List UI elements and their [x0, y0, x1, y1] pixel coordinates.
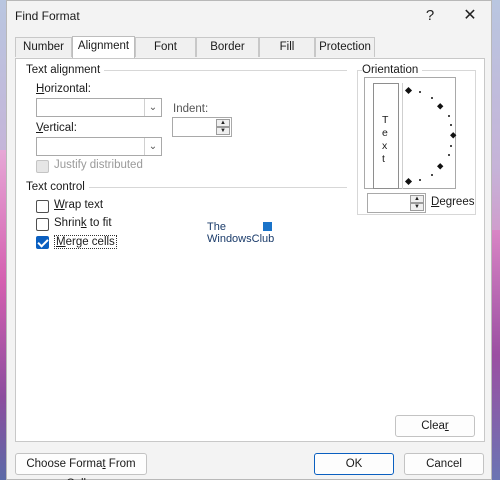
justify-distributed-checkbox[interactable]: Justify distributed — [36, 159, 156, 175]
ok-button[interactable]: OK — [314, 453, 394, 475]
vertical-text-char: T — [382, 114, 389, 126]
find-format-dialog: Find Format ? ✕ Number Alignment Font Bo… — [6, 0, 492, 480]
horizontal-select[interactable]: ⌄ — [36, 98, 162, 117]
chevron-down-icon: ⌄ — [144, 99, 161, 116]
vertical-text-char: e — [382, 127, 388, 139]
windowsclub-logo-icon — [263, 222, 272, 231]
vertical-text-button[interactable]: T e x t — [373, 83, 399, 189]
vertical-label: Vertical: — [36, 122, 77, 134]
help-button[interactable]: ? — [415, 5, 445, 27]
merge-cells-checkbox[interactable]: Merge cells — [36, 235, 126, 251]
cancel-button[interactable]: Cancel — [404, 453, 484, 475]
merge-cells-label: Merge cells — [54, 235, 117, 249]
text-control-heading: Text control — [26, 181, 89, 193]
tab-border[interactable]: Border — [196, 37, 259, 57]
window-title: Find Format — [15, 9, 80, 23]
vertical-select[interactable]: ⌄ — [36, 137, 162, 156]
wrap-text-label: Wrap text — [54, 199, 104, 211]
group-border-bottom — [357, 214, 476, 215]
group-border-left — [357, 70, 358, 214]
spin-up-icon[interactable]: ▲ — [410, 195, 424, 203]
orientation-dial[interactable] — [402, 83, 457, 189]
title-bar: Find Format ? ✕ — [7, 1, 491, 31]
spin-up-icon[interactable]: ▲ — [216, 119, 230, 127]
horizontal-label: Horizontal: — [36, 83, 91, 95]
indent-spin-buttons: ▲ ▼ — [216, 119, 230, 135]
choose-format-from-cell-button[interactable]: Choose Format From Cell... — [15, 453, 147, 480]
clear-button[interactable]: Clear — [395, 415, 475, 437]
close-button[interactable]: ✕ — [455, 5, 485, 27]
checkbox-box — [36, 160, 49, 173]
tab-alignment[interactable]: Alignment — [72, 36, 135, 58]
watermark-line-2: WindowsClub — [207, 233, 275, 245]
orientation-heading: Orientation — [362, 64, 423, 76]
vertical-text-char: t — [382, 153, 385, 165]
tab-font[interactable]: Font — [135, 37, 196, 57]
text-alignment-heading: Text alignment — [26, 64, 105, 76]
checkbox-box — [36, 218, 49, 231]
justify-distributed-label: Justify distributed — [54, 159, 143, 171]
chevron-down-icon: ⌄ — [144, 138, 161, 155]
spin-down-icon[interactable]: ▼ — [216, 127, 230, 135]
watermark: The WindowsClub — [207, 221, 274, 245]
indent-spinner[interactable]: ▲ ▼ — [172, 117, 232, 137]
degrees-spin-buttons: ▲ ▼ — [410, 195, 424, 211]
orientation-dial-graphic — [404, 86, 457, 186]
checkbox-box — [36, 200, 49, 213]
checkmark-icon — [37, 236, 49, 248]
checkbox-box — [36, 236, 49, 249]
shrink-to-fit-label: Shrink to fit — [54, 217, 112, 229]
vertical-text-char: x — [382, 140, 388, 152]
degrees-spinner[interactable]: ▲ ▼ — [367, 193, 426, 213]
tab-protection[interactable]: Protection — [315, 37, 375, 57]
tab-fill[interactable]: Fill — [259, 37, 315, 57]
group-border-right — [475, 70, 476, 214]
indent-label: Indent: — [173, 103, 209, 115]
wrap-text-checkbox[interactable]: Wrap text — [36, 199, 116, 215]
degrees-label: Degrees — [431, 196, 475, 208]
tab-number[interactable]: Number — [15, 37, 72, 57]
shrink-to-fit-checkbox[interactable]: Shrink to fit — [36, 217, 116, 233]
spin-down-icon[interactable]: ▼ — [410, 203, 424, 211]
